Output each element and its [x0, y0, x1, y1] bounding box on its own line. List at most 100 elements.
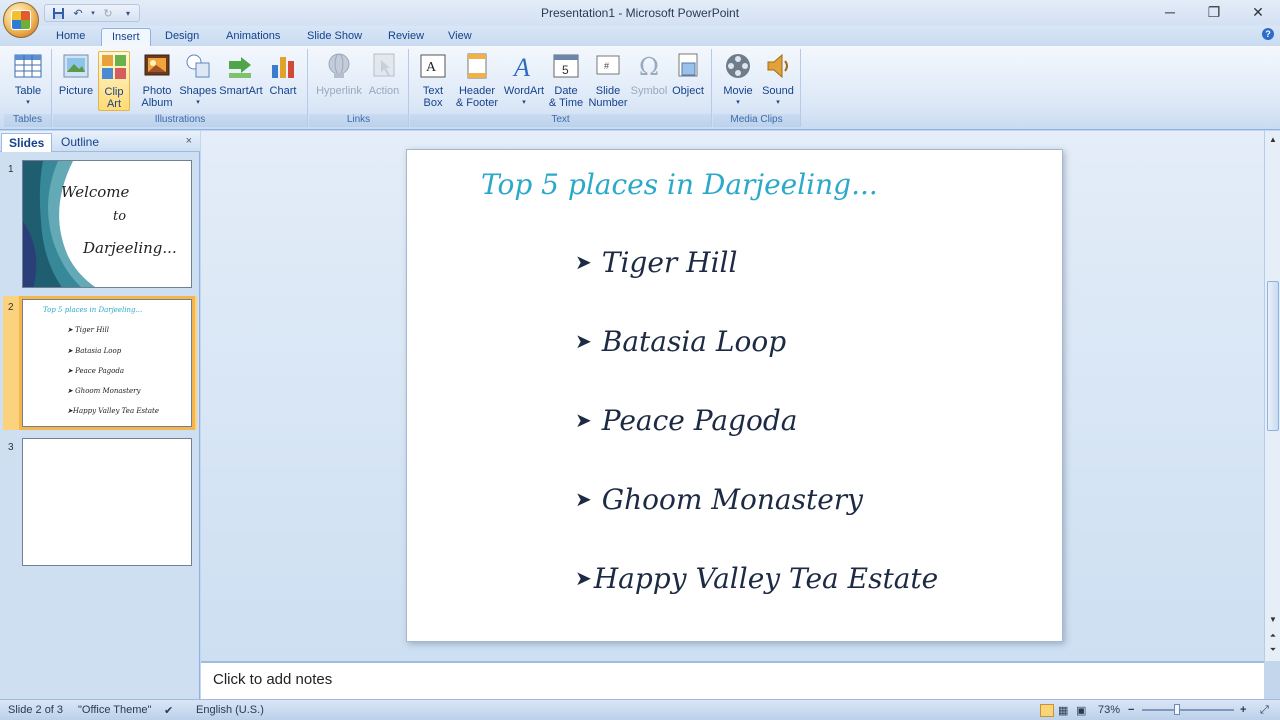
scroll-up-icon[interactable]: ▲ — [1266, 133, 1280, 147]
tab-animations[interactable]: Animations — [216, 28, 290, 46]
spell-check-icon[interactable]: ✔ — [164, 704, 173, 717]
header-footer-icon — [467, 53, 487, 79]
group-tables: Table ▾ Tables — [4, 49, 52, 127]
vertical-scrollbar[interactable]: ▲ ▼ ⏶ ⏷ — [1264, 131, 1280, 661]
slide-show-view-icon[interactable]: ▣ — [1076, 704, 1086, 717]
slide-sorter-icon[interactable]: ▦ — [1058, 704, 1068, 717]
table-button[interactable]: Table ▾ — [8, 51, 48, 109]
thumb2-bullet-2: ➤ Batasia Loop — [67, 347, 122, 355]
notes-pane[interactable]: Click to add notes — [201, 661, 1264, 699]
close-pane-icon[interactable]: × — [186, 135, 192, 147]
group-label-tables: Tables — [4, 114, 51, 127]
scroll-down-icon[interactable]: ▼ — [1266, 613, 1280, 627]
chart-button[interactable]: Chart — [265, 51, 301, 97]
symbol-button[interactable]: Ω Symbol — [630, 51, 668, 97]
notes-placeholder[interactable]: Click to add notes — [213, 671, 332, 688]
shapes-dropdown-icon: ▾ — [196, 99, 200, 106]
current-slide[interactable]: Top 5 places in Darjeeling... ➤ Tiger Hi… — [406, 149, 1063, 642]
object-button[interactable]: Object — [668, 51, 708, 97]
photo-album-label-2: Album — [141, 97, 173, 109]
header-footer-label-2: & Footer — [455, 97, 499, 109]
bullet-text-4: Ghoom Monastery — [601, 483, 863, 516]
group-illustrations: Picture Clip Art Photo Album Shapes ▾ Sm… — [53, 49, 308, 127]
clip-art-button[interactable]: Clip Art — [98, 51, 130, 111]
office-button[interactable] — [3, 2, 39, 38]
restore-icon[interactable]: ❐ — [1192, 0, 1236, 24]
office-logo-icon — [11, 10, 31, 30]
object-label: Object — [672, 85, 704, 97]
bullet-text-5: Happy Valley Tea Estate — [593, 562, 939, 595]
slide-thumbnail-3[interactable] — [22, 438, 192, 566]
language[interactable]: English (U.S.) — [196, 704, 264, 716]
movie-button[interactable]: Movie ▾ — [719, 51, 757, 109]
tab-slides[interactable]: Slides — [1, 133, 53, 152]
slide-thumbnail-1[interactable]: Welcome to Darjeeling... — [22, 160, 192, 288]
slide-number-label-1: Slide — [595, 85, 621, 97]
tab-home[interactable]: Home — [46, 28, 95, 46]
sound-button[interactable]: Sound ▾ — [759, 51, 797, 109]
arrow-bullet-icon: ➤ — [575, 489, 592, 511]
tab-review[interactable]: Review — [378, 28, 434, 46]
zoom-in-icon[interactable]: + — [1240, 704, 1246, 716]
group-label-links: Links — [309, 114, 408, 127]
hyperlink-button[interactable]: Hyperlink — [313, 51, 365, 97]
sound-label: Sound — [762, 85, 794, 97]
svg-text:Ω: Ω — [639, 53, 659, 81]
minimize-icon[interactable]: ─ — [1148, 0, 1192, 24]
scroll-thumb[interactable] — [1267, 281, 1279, 431]
close-icon[interactable]: ✕ — [1236, 0, 1280, 24]
title-bar: ↶ ▾ ↻ ▾ Presentation1 - Microsoft PowerP… — [0, 0, 1280, 38]
bullet-item-5[interactable]: ➤ Happy Valley Tea Estate — [575, 562, 938, 595]
smartart-button[interactable]: SmartArt — [217, 51, 265, 97]
action-button[interactable]: Action — [365, 51, 403, 97]
tab-outline[interactable]: Outline — [54, 133, 106, 152]
picture-button[interactable]: Picture — [57, 51, 95, 97]
thumb2-title: Top 5 places in Darjeeling... — [43, 306, 143, 314]
shapes-button[interactable]: Shapes ▾ — [179, 51, 217, 109]
text-box-button[interactable]: A Text Box — [414, 51, 452, 109]
group-label-illustrations: Illustrations — [53, 114, 307, 127]
sound-dropdown-icon: ▾ — [776, 99, 780, 106]
thumb2-bullet-4-text: Ghoom Monastery — [75, 387, 141, 395]
header-footer-label-1: Header — [458, 85, 496, 97]
symbol-label: Symbol — [630, 85, 668, 97]
window-title: Presentation1 - Microsoft PowerPoint — [540, 6, 740, 20]
picture-icon — [63, 54, 89, 78]
thumb2-bullet-5-text: Happy Valley Tea Estate — [72, 407, 159, 415]
table-label: Table — [14, 85, 42, 97]
thumb1-line-1: Welcome — [61, 183, 130, 201]
slides-pane: Slides Outline × 1 Welcome to Darjeeling… — [0, 131, 200, 699]
bullet-item-4[interactable]: ➤ Ghoom Monastery — [575, 483, 863, 516]
slide-title[interactable]: Top 5 places in Darjeeling... — [481, 168, 878, 201]
bullet-item-1[interactable]: ➤ Tiger Hill — [575, 246, 737, 279]
previous-slide-icon[interactable]: ⏶ — [1266, 629, 1280, 643]
photo-album-button[interactable]: Photo Album — [137, 51, 177, 109]
wordart-dropdown-icon: ▾ — [522, 99, 526, 106]
bullet-item-3[interactable]: ➤ Peace Pagoda — [575, 404, 797, 437]
tab-view[interactable]: View — [438, 28, 482, 46]
zoom-slider-track[interactable] — [1142, 709, 1234, 711]
zoom-out-icon[interactable]: − — [1128, 704, 1134, 716]
group-media-clips: Movie ▾ Sound ▾ Media Clips — [713, 49, 801, 127]
bullet-item-2[interactable]: ➤ Batasia Loop — [575, 325, 786, 358]
fit-to-window-icon[interactable]: ⤢ — [1260, 704, 1269, 717]
group-links: Hyperlink Action Links — [309, 49, 409, 127]
clip-art-icon — [102, 55, 126, 79]
slide-thumbnail-2[interactable]: Top 5 places in Darjeeling... ➤ Tiger Hi… — [19, 296, 195, 430]
header-footer-button[interactable]: Header & Footer — [454, 51, 500, 109]
slide-number-button[interactable]: # Slide Number — [586, 51, 630, 109]
tab-slide-show[interactable]: Slide Show — [297, 28, 372, 46]
zoom-level[interactable]: 73% — [1098, 704, 1120, 716]
photo-album-label-1: Photo — [142, 85, 172, 97]
normal-view-icon[interactable] — [1040, 704, 1054, 717]
wordart-button[interactable]: A WordArt ▾ — [502, 51, 546, 109]
tab-design[interactable]: Design — [155, 28, 209, 46]
slide-editing-area: Top 5 places in Darjeeling... ➤ Tiger Hi… — [201, 131, 1264, 661]
tab-insert[interactable]: Insert — [101, 28, 151, 46]
svg-text:A: A — [426, 60, 437, 75]
date-time-button[interactable]: 5 Date & Time — [546, 51, 586, 109]
next-slide-icon[interactable]: ⏷ — [1266, 643, 1280, 657]
help-icon[interactable]: ? — [1262, 28, 1274, 40]
arrow-bullet-icon: ➤ — [575, 331, 592, 353]
zoom-slider-thumb[interactable] — [1174, 704, 1180, 715]
